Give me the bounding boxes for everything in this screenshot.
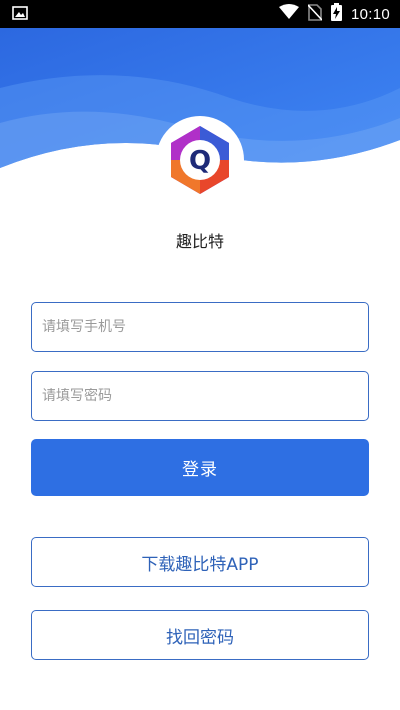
phone-input[interactable]: [42, 319, 358, 335]
image-notification-icon: [12, 5, 28, 24]
app-name: 趣比特: [175, 232, 224, 251]
status-bar: 10:10: [0, 0, 400, 28]
logo-letter: Q: [189, 146, 211, 176]
status-right: 10:10: [278, 3, 390, 25]
password-input[interactable]: [42, 388, 358, 404]
login-button[interactable]: 登录: [31, 439, 369, 496]
no-sim-icon: [307, 3, 323, 25]
password-field[interactable]: [31, 371, 369, 421]
app-logo: Q: [156, 116, 244, 204]
download-app-button[interactable]: 下载趣比特APP: [31, 537, 369, 587]
wifi-icon: [278, 4, 299, 24]
qubit-logo-icon: Q: [171, 126, 229, 194]
battery-charging-icon: [330, 3, 342, 25]
phone-field[interactable]: [31, 302, 369, 352]
status-left: [12, 5, 28, 24]
recover-password-button[interactable]: 找回密码: [31, 610, 369, 660]
status-time: 10:10: [350, 5, 390, 23]
